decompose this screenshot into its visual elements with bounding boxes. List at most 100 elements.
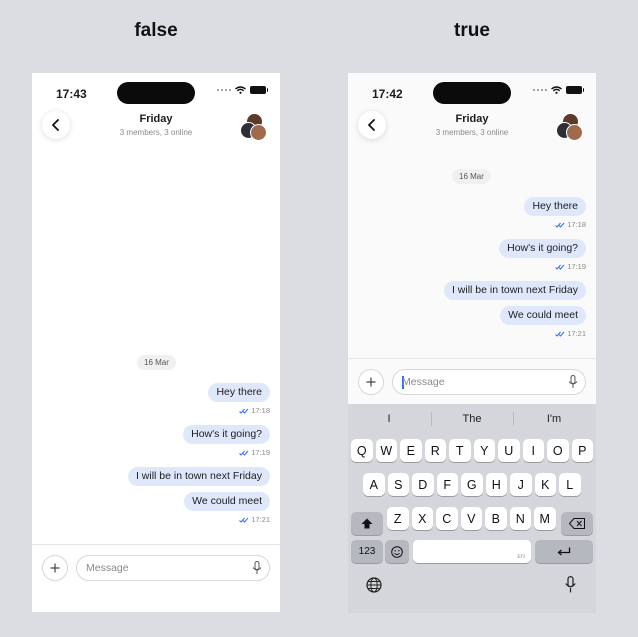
- panel-label-true: true: [454, 20, 490, 41]
- message-meta: 17:19: [555, 262, 586, 271]
- message-time: 17:21: [567, 329, 586, 338]
- message-bubble[interactable]: How's it going?: [183, 425, 270, 444]
- battery-icon: [250, 86, 268, 94]
- attach-button[interactable]: [42, 555, 68, 581]
- message-bubble[interactable]: How's it going?: [499, 239, 586, 258]
- key-m[interactable]: M: [534, 507, 556, 530]
- message-time: 17:21: [251, 515, 270, 524]
- key-c[interactable]: C: [436, 507, 458, 530]
- message-bubble[interactable]: I will be in town next Friday: [127, 467, 270, 486]
- key-u[interactable]: U: [498, 439, 520, 462]
- status-time: 17:43: [56, 87, 87, 101]
- suggestion-item[interactable]: The: [431, 413, 513, 425]
- globe-icon[interactable]: [366, 577, 382, 593]
- message-input[interactable]: [402, 370, 542, 394]
- message-time: 17:19: [567, 262, 586, 271]
- space-key[interactable]: EN: [413, 540, 531, 563]
- double-check-icon: [555, 222, 565, 228]
- group-avatars[interactable]: [240, 113, 267, 141]
- message-meta: 17:18: [239, 406, 270, 415]
- message-meta: 17:21: [555, 329, 586, 338]
- date-chip: 16 Mar: [137, 355, 176, 370]
- message-bubble[interactable]: We could meet: [184, 492, 270, 511]
- message-input[interactable]: [86, 556, 226, 580]
- double-check-icon: [239, 450, 249, 456]
- key-g[interactable]: G: [461, 473, 483, 496]
- emoji-key[interactable]: [385, 540, 409, 563]
- key-w[interactable]: W: [375, 439, 397, 462]
- panel-label-false: false: [134, 20, 178, 41]
- message-field[interactable]: [76, 555, 270, 581]
- key-o[interactable]: O: [547, 439, 569, 462]
- key-n[interactable]: N: [509, 507, 531, 530]
- chat-header: Friday 3 members, 3 online: [32, 111, 280, 147]
- key-f[interactable]: F: [436, 473, 458, 496]
- return-key[interactable]: [535, 540, 593, 563]
- message-field[interactable]: [392, 369, 586, 395]
- double-check-icon: [555, 331, 565, 337]
- key-y[interactable]: Y: [473, 439, 495, 462]
- microphone-icon[interactable]: [568, 375, 578, 389]
- phone-screen-keyboard-hidden: 17:43 Friday 3 members, 3 online 16 Mar …: [32, 73, 280, 612]
- status-time: 17:42: [372, 87, 403, 101]
- dynamic-island: [433, 82, 511, 104]
- message-bubble[interactable]: I will be in town next Friday: [443, 281, 586, 300]
- key-k[interactable]: K: [534, 473, 556, 496]
- suggestion-bar: I The I'm: [348, 404, 596, 434]
- key-p[interactable]: P: [571, 439, 593, 462]
- message-time: 17:19: [251, 448, 270, 457]
- group-avatars[interactable]: [556, 113, 583, 141]
- key-i[interactable]: I: [522, 439, 544, 462]
- phone-screen-keyboard-shown: 17:42 Friday 3 members, 3 online 16 Mar …: [348, 73, 596, 613]
- key-e[interactable]: E: [400, 439, 422, 462]
- status-bar: 17:43: [32, 73, 280, 113]
- keyboard: I The I'm QWERTYUIOPASDFGHJKLZXCVBNM 123…: [348, 404, 596, 613]
- key-q[interactable]: Q: [351, 439, 373, 462]
- key-a[interactable]: A: [363, 473, 385, 496]
- double-check-icon: [239, 517, 249, 523]
- emoji-icon: [391, 545, 403, 558]
- message-bubble[interactable]: Hey there: [524, 197, 586, 216]
- battery-icon: [566, 86, 584, 94]
- plus-icon: [366, 377, 376, 387]
- key-t[interactable]: T: [449, 439, 471, 462]
- message-bubble[interactable]: We could meet: [500, 306, 586, 325]
- key-l[interactable]: L: [559, 473, 581, 496]
- suggestion-item[interactable]: I: [348, 413, 430, 425]
- key-j[interactable]: J: [510, 473, 532, 496]
- message-input-bar: [348, 360, 596, 404]
- dynamic-island: [117, 82, 195, 104]
- date-chip: 16 Mar: [452, 169, 491, 184]
- key-h[interactable]: H: [485, 473, 507, 496]
- backspace-key[interactable]: [561, 512, 593, 535]
- key-s[interactable]: S: [387, 473, 409, 496]
- plus-icon: [50, 563, 60, 573]
- key-r[interactable]: R: [424, 439, 446, 462]
- backspace-icon: [569, 518, 585, 529]
- key-b[interactable]: B: [485, 507, 507, 530]
- key-d[interactable]: D: [412, 473, 434, 496]
- message-meta: 17:18: [555, 220, 586, 229]
- signal-dots-icon: [533, 89, 547, 91]
- suggestion-item[interactable]: I'm: [513, 413, 595, 425]
- signal-dots-icon: [217, 89, 231, 91]
- key-z[interactable]: Z: [387, 507, 409, 530]
- attach-button[interactable]: [358, 369, 384, 395]
- key-v[interactable]: V: [460, 507, 482, 530]
- message-meta: 17:21: [239, 515, 270, 524]
- return-icon: [557, 547, 571, 555]
- shift-key[interactable]: [351, 512, 383, 535]
- message-bubble[interactable]: Hey there: [208, 383, 270, 402]
- status-icons: [217, 86, 268, 94]
- avatar: [250, 124, 267, 141]
- status-bar: 17:42: [348, 73, 596, 113]
- numbers-key[interactable]: 123: [351, 540, 383, 563]
- divider: [348, 358, 596, 359]
- status-icons: [533, 86, 584, 94]
- microphone-icon[interactable]: [565, 576, 576, 593]
- microphone-icon[interactable]: [252, 561, 262, 575]
- key-x[interactable]: X: [411, 507, 433, 530]
- message-meta: 17:19: [239, 448, 270, 457]
- divider: [32, 544, 280, 545]
- message-time: 17:18: [251, 406, 270, 415]
